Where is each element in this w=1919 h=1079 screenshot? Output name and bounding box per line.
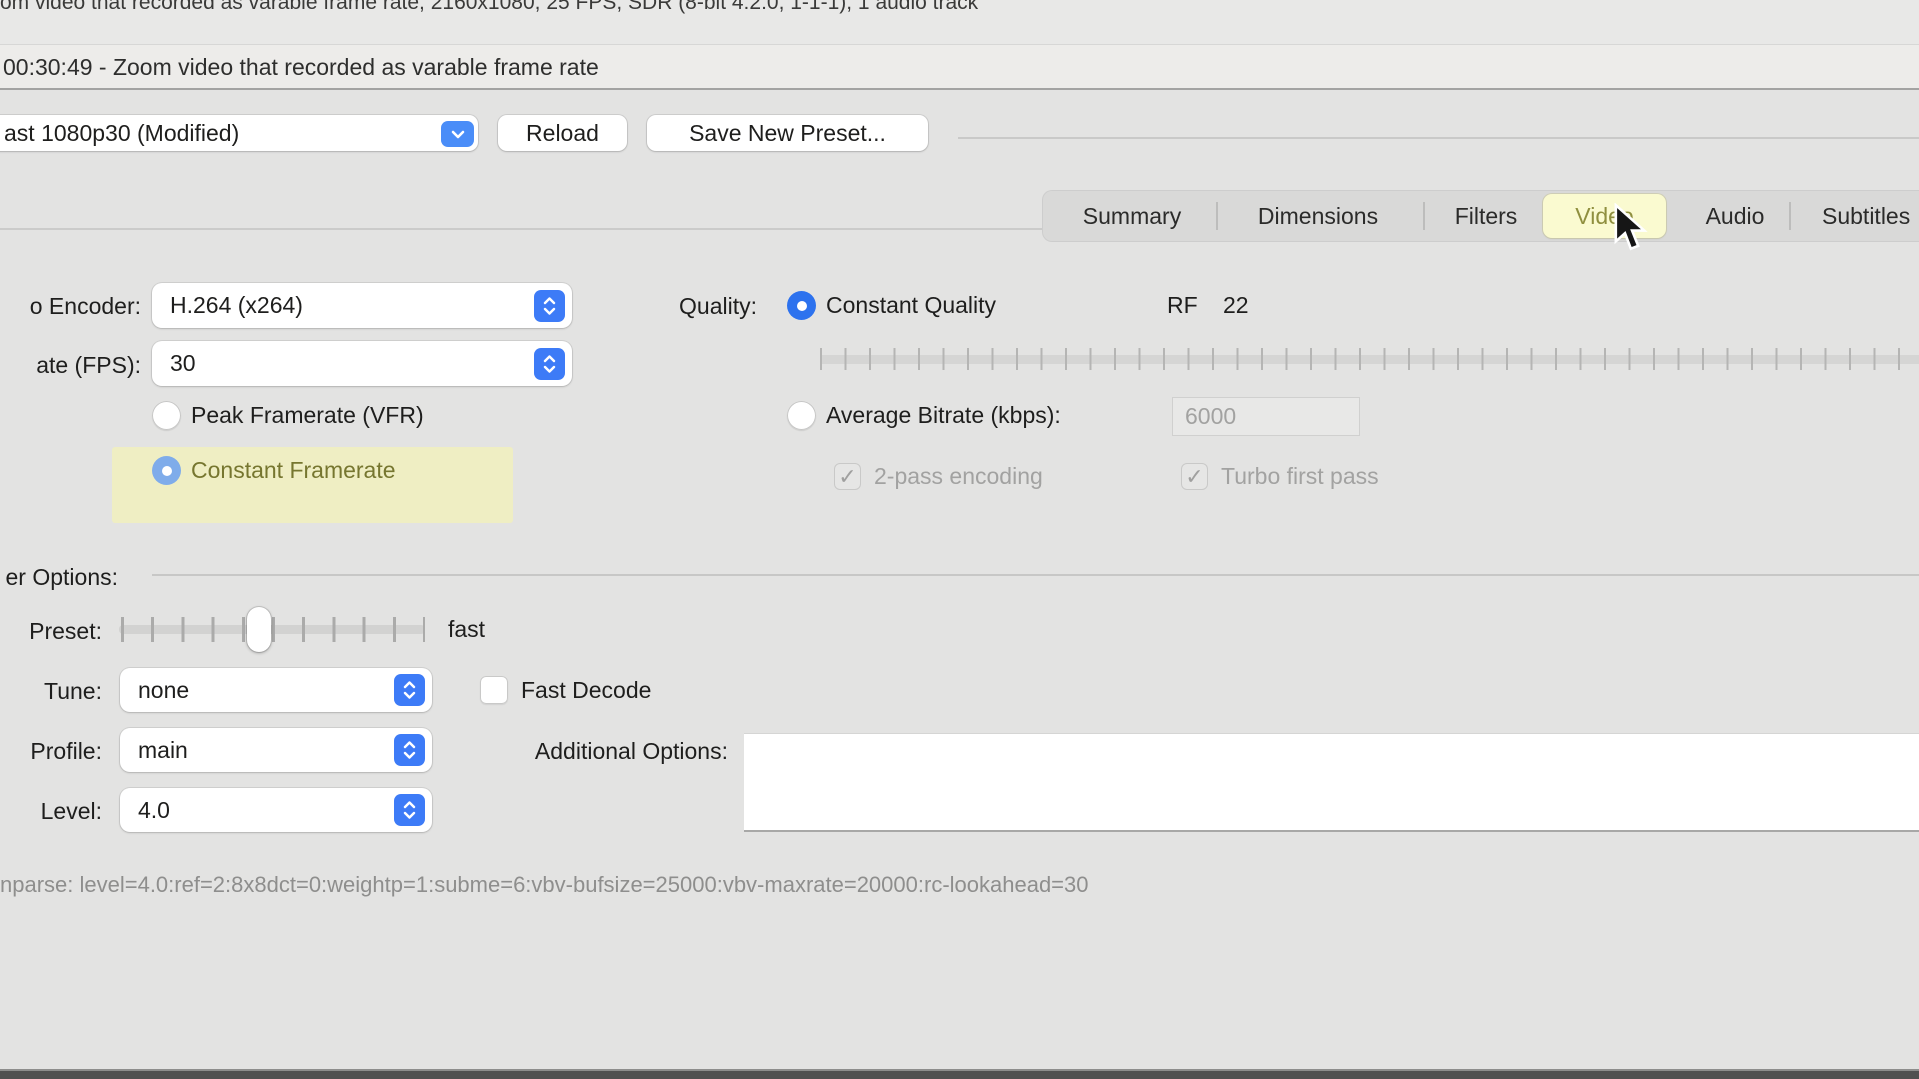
constant-framerate-radio[interactable] (152, 456, 181, 485)
reload-button[interactable]: Reload (498, 115, 627, 151)
tune-label: Tune: (44, 678, 102, 704)
reload-button-label: Reload (526, 119, 599, 146)
tab-summary[interactable]: Summary (1052, 190, 1212, 242)
encoder-dropdown-value: H.264 (x264) (170, 292, 303, 318)
quality-label: Quality: (679, 293, 757, 319)
tab-filters[interactable]: Filters (1416, 190, 1556, 242)
job-title-bar: 00:30:49 - Zoom video that recorded as v… (0, 45, 1919, 90)
radio-dot-icon (796, 300, 807, 311)
framerate-dropdown-value: 30 (170, 350, 196, 376)
two-pass-label[interactable]: 2-pass encoding (874, 463, 1043, 490)
preset-dropdown-value: ast 1080p30 (Modified) (4, 119, 240, 146)
avg-bitrate-field[interactable]: 6000 (1172, 397, 1360, 436)
quality-slider-ticks[interactable] (820, 348, 1919, 370)
rf-label: RF (1167, 292, 1198, 318)
x264-preset-value: fast (448, 616, 486, 642)
save-new-preset-button[interactable]: Save New Preset... (647, 115, 928, 151)
check-icon: ✓ (1185, 463, 1204, 489)
save-new-preset-label: Save New Preset... (689, 119, 886, 146)
preset-dropdown[interactable]: ast 1080p30 (Modified) (0, 115, 478, 151)
turbo-first-pass-checkbox[interactable]: ✓ (1181, 463, 1208, 490)
bottom-panel-edge (0, 1069, 1919, 1079)
tune-dropdown-value: none (138, 676, 190, 703)
fast-decode-label[interactable]: Fast Decode (521, 676, 651, 704)
handbrake-window: om video that recorded as varable frame … (0, 0, 1919, 1079)
radio-dot-icon (161, 465, 172, 476)
profile-label: Profile: (30, 738, 102, 764)
framerate-dropdown[interactable]: 30 (152, 341, 572, 386)
avg-bitrate-radio[interactable] (787, 401, 816, 430)
chevron-down-icon (451, 130, 464, 138)
tab-divider (1789, 202, 1791, 230)
fast-decode-checkbox[interactable] (480, 676, 508, 704)
peak-framerate-radio[interactable] (152, 401, 181, 430)
turbo-first-pass-label[interactable]: Turbo first pass (1221, 463, 1379, 490)
constant-quality-radio[interactable] (787, 291, 816, 320)
peak-framerate-label[interactable]: Peak Framerate (VFR) (191, 401, 424, 430)
stepper-arrows-icon[interactable] (394, 794, 425, 826)
framerate-label: ate (FPS): (36, 352, 141, 378)
additional-options-textarea[interactable] (744, 733, 1919, 832)
tab-audio-label: Audio (1705, 202, 1765, 229)
constant-quality-label[interactable]: Constant Quality (826, 291, 996, 320)
tab-dimensions-label: Dimensions (1257, 202, 1379, 229)
tab-divider (1216, 202, 1218, 230)
x264-unparse-text: nparse: level=4.0:ref=2:8x8dct=0:weightp… (0, 872, 1089, 897)
x264-preset-label: Preset: (29, 618, 102, 644)
encoder-options-label: er Options: (5, 564, 119, 590)
check-icon: ✓ (838, 463, 857, 489)
stepper-arrows-icon[interactable] (394, 674, 425, 706)
toolbar-divider (958, 137, 1919, 139)
constant-framerate-label[interactable]: Constant Framerate (191, 456, 396, 485)
encoder-dropdown[interactable]: H.264 (x264) (152, 283, 572, 328)
tune-dropdown[interactable]: none (120, 668, 432, 712)
tab-dimensions[interactable]: Dimensions (1228, 190, 1408, 242)
rf-value: 22 (1223, 292, 1249, 318)
x264-preset-slider-thumb[interactable] (247, 607, 271, 652)
media-info-text: om video that recorded as varable frame … (0, 0, 979, 14)
profile-dropdown[interactable]: main (120, 728, 432, 772)
stepper-arrows-icon[interactable] (534, 347, 565, 380)
stepper-arrows-icon[interactable] (534, 289, 565, 322)
two-pass-checkbox[interactable]: ✓ (834, 463, 861, 490)
tab-subtitles-label: Subtitles (1822, 202, 1911, 229)
tabbar-baseline (0, 228, 1045, 230)
encoder-options-divider (152, 574, 1919, 576)
profile-dropdown-value: main (138, 736, 188, 763)
job-title-text: 00:30:49 - Zoom video that recorded as v… (3, 54, 599, 80)
stepper-arrows-icon[interactable] (394, 734, 425, 766)
preset-chevron-button[interactable] (441, 121, 474, 147)
tab-subtitles[interactable]: Subtitles (1822, 190, 1919, 242)
level-dropdown[interactable]: 4.0 (120, 788, 432, 832)
avg-bitrate-label[interactable]: Average Bitrate (kbps): (826, 401, 1061, 430)
x264-preset-slider-ticks[interactable] (121, 617, 425, 642)
encoder-label: o Encoder: (29, 293, 141, 319)
level-dropdown-value: 4.0 (138, 796, 170, 823)
tab-summary-label: Summary (1082, 202, 1182, 229)
additional-options-label: Additional Options: (534, 738, 728, 764)
tab-filters-label: Filters (1454, 202, 1518, 229)
tab-audio[interactable]: Audio (1675, 190, 1795, 242)
media-info-bar: om video that recorded as varable frame … (0, 0, 1919, 45)
level-label: Level: (40, 798, 102, 824)
mouse-cursor-icon (1614, 203, 1648, 251)
